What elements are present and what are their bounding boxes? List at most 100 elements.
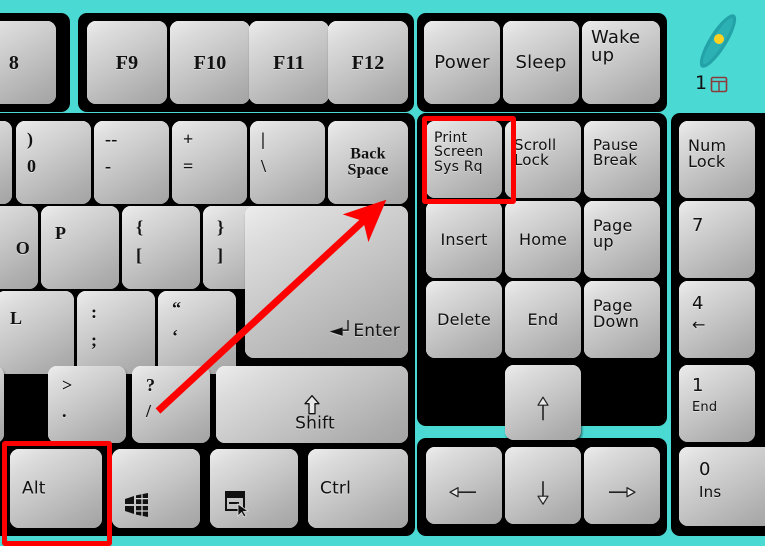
equals-key[interactable]: + = [172,121,247,204]
insert-key[interactable]: Insert [426,201,502,278]
scroll-lock-key[interactable]: Scroll Lock [505,121,581,198]
period-key[interactable]: > . [48,366,126,443]
numpad-0-key[interactable]: 0 Ins [679,447,765,526]
pause-break-key-label: Pause Break [593,136,639,170]
period-key-upper-label: > [62,375,73,395]
numpad-1-key-label: 1 [692,375,704,396]
arrow-left-icon [449,486,476,498]
end-key-label: End [527,309,559,329]
zero-key-lower-label: 0 [27,156,37,176]
f12-key[interactable]: F12 [328,21,408,104]
slash-key-upper-label: ? [146,375,156,395]
arrow-down-key[interactable] [505,447,581,524]
shift-arrow-icon [304,394,320,415]
backspace-key[interactable]: Back Space [328,121,408,204]
enter-key[interactable]: ◄┘Enter [245,206,408,358]
l-key-label: L [10,308,23,328]
p0-partial-key-cap [0,121,12,204]
numpad-7-key[interactable]: 7 [679,201,755,278]
bracket-left-key-upper-label: { [136,217,144,237]
power-key-label: Power [434,51,490,73]
f8-key[interactable]: 8 [0,21,56,104]
backslash-key-upper-label: | [261,129,266,149]
slash-key[interactable]: ? / [132,366,210,443]
delete-key[interactable]: Delete [426,281,502,358]
arrow-left-key[interactable] [426,447,502,524]
numpad-1-key[interactable]: 1 End [679,365,755,442]
quote-key-lower-label: ‘ [172,326,179,346]
alt-key-label: Alt [22,477,46,498]
alt-key[interactable]: Alt [10,449,102,528]
windows-key[interactable] [112,449,200,528]
o-key-label: O [15,237,30,258]
arrow-right-icon [609,486,636,498]
end-key[interactable]: End [505,281,581,358]
enter-key-label-group: ◄┘Enter [245,306,400,341]
print-screen-key[interactable]: Print Screen Sys Rq [426,121,502,198]
slash-key-cap [132,366,210,443]
numpad-0-key-sublabel: Ins [699,483,722,501]
ctrl-key-label: Ctrl [320,477,352,498]
arrow-down-icon [537,481,549,505]
minus-key-lower-label: - [105,156,112,176]
arrow-up-key[interactable] [505,365,581,440]
p-key[interactable]: P [41,206,119,289]
pause-break-key[interactable]: Pause Break [584,121,660,198]
f9-key-label: F9 [115,51,139,74]
insert-key-label: Insert [440,229,488,249]
arrow-down-key-glyph-group [505,461,581,511]
zero-key[interactable]: ) 0 [16,121,91,204]
num-lock-key-label: Num Lock [688,136,727,172]
l-key[interactable]: L [0,291,74,374]
scroll-lock-key-label: Scroll Lock [514,136,557,170]
semicolon-key[interactable]: : ; [77,291,155,374]
num-lock-key[interactable]: Num Lock [679,121,755,198]
period-key-lower-label: . [62,401,67,421]
delete-key-label: Delete [437,309,491,329]
bracket-left-key[interactable]: { [ [122,206,200,289]
f11-key[interactable]: F11 [249,21,329,104]
menu-key[interactable] [210,449,298,528]
sleep-key[interactable]: Sleep [503,21,579,104]
period-key-cap [48,366,126,443]
bracket-left-key-cap [122,206,200,289]
minus-key[interactable]: -- - [94,121,169,204]
f10-key[interactable]: F10 [170,21,250,104]
page-up-key-label: Page up [593,216,633,252]
page-up-key[interactable]: Page up [584,201,660,278]
right-shift-key[interactable]: Shift [216,366,408,443]
numpad-7-key-label: 7 [692,215,704,236]
quote-key[interactable]: “ ‘ [158,291,236,374]
p0-partial-key[interactable] [0,121,12,204]
page-down-key[interactable]: Page Down [584,281,660,358]
f10-key-label: F10 [193,51,227,74]
windows-key-label-group [124,476,152,522]
m-key[interactable] [0,366,4,443]
sleep-key-label: Sleep [515,51,567,73]
m-key-cap [0,366,4,443]
o-key[interactable]: O [0,206,38,289]
window-grid-icon [710,76,728,93]
led-indicator-icon [699,14,737,68]
power-key[interactable]: Power [424,21,500,104]
arrow-left-key-glyph-group [426,467,502,505]
arrow-right-key[interactable] [584,447,660,524]
numpad-0-key-label: 0 [699,459,711,480]
wakeup-key[interactable]: Wake up [582,21,660,104]
keyboard-indicator-group: 1 [677,6,757,106]
menu-key-label-group [224,473,252,523]
f9-key[interactable]: F9 [87,21,167,104]
slash-key-lower-label: / [146,401,152,421]
bracket-right-key-upper-label: } [217,217,225,237]
ctrl-key[interactable]: Ctrl [308,449,408,528]
backslash-key[interactable]: | \ [250,121,325,204]
home-key[interactable]: Home [505,201,581,278]
equals-key-upper-label: + [183,129,194,149]
numpad-4-key-label: 4 [692,293,704,314]
arrow-up-icon [537,396,549,420]
numpad-4-key[interactable]: 4 ← [679,281,755,358]
wakeup-key-label: Wake up [591,27,641,67]
arrow-up-key-glyph-group [505,378,581,428]
minus-key-upper-label: -- [105,129,118,149]
arrow-right-key-glyph-group [584,467,660,505]
